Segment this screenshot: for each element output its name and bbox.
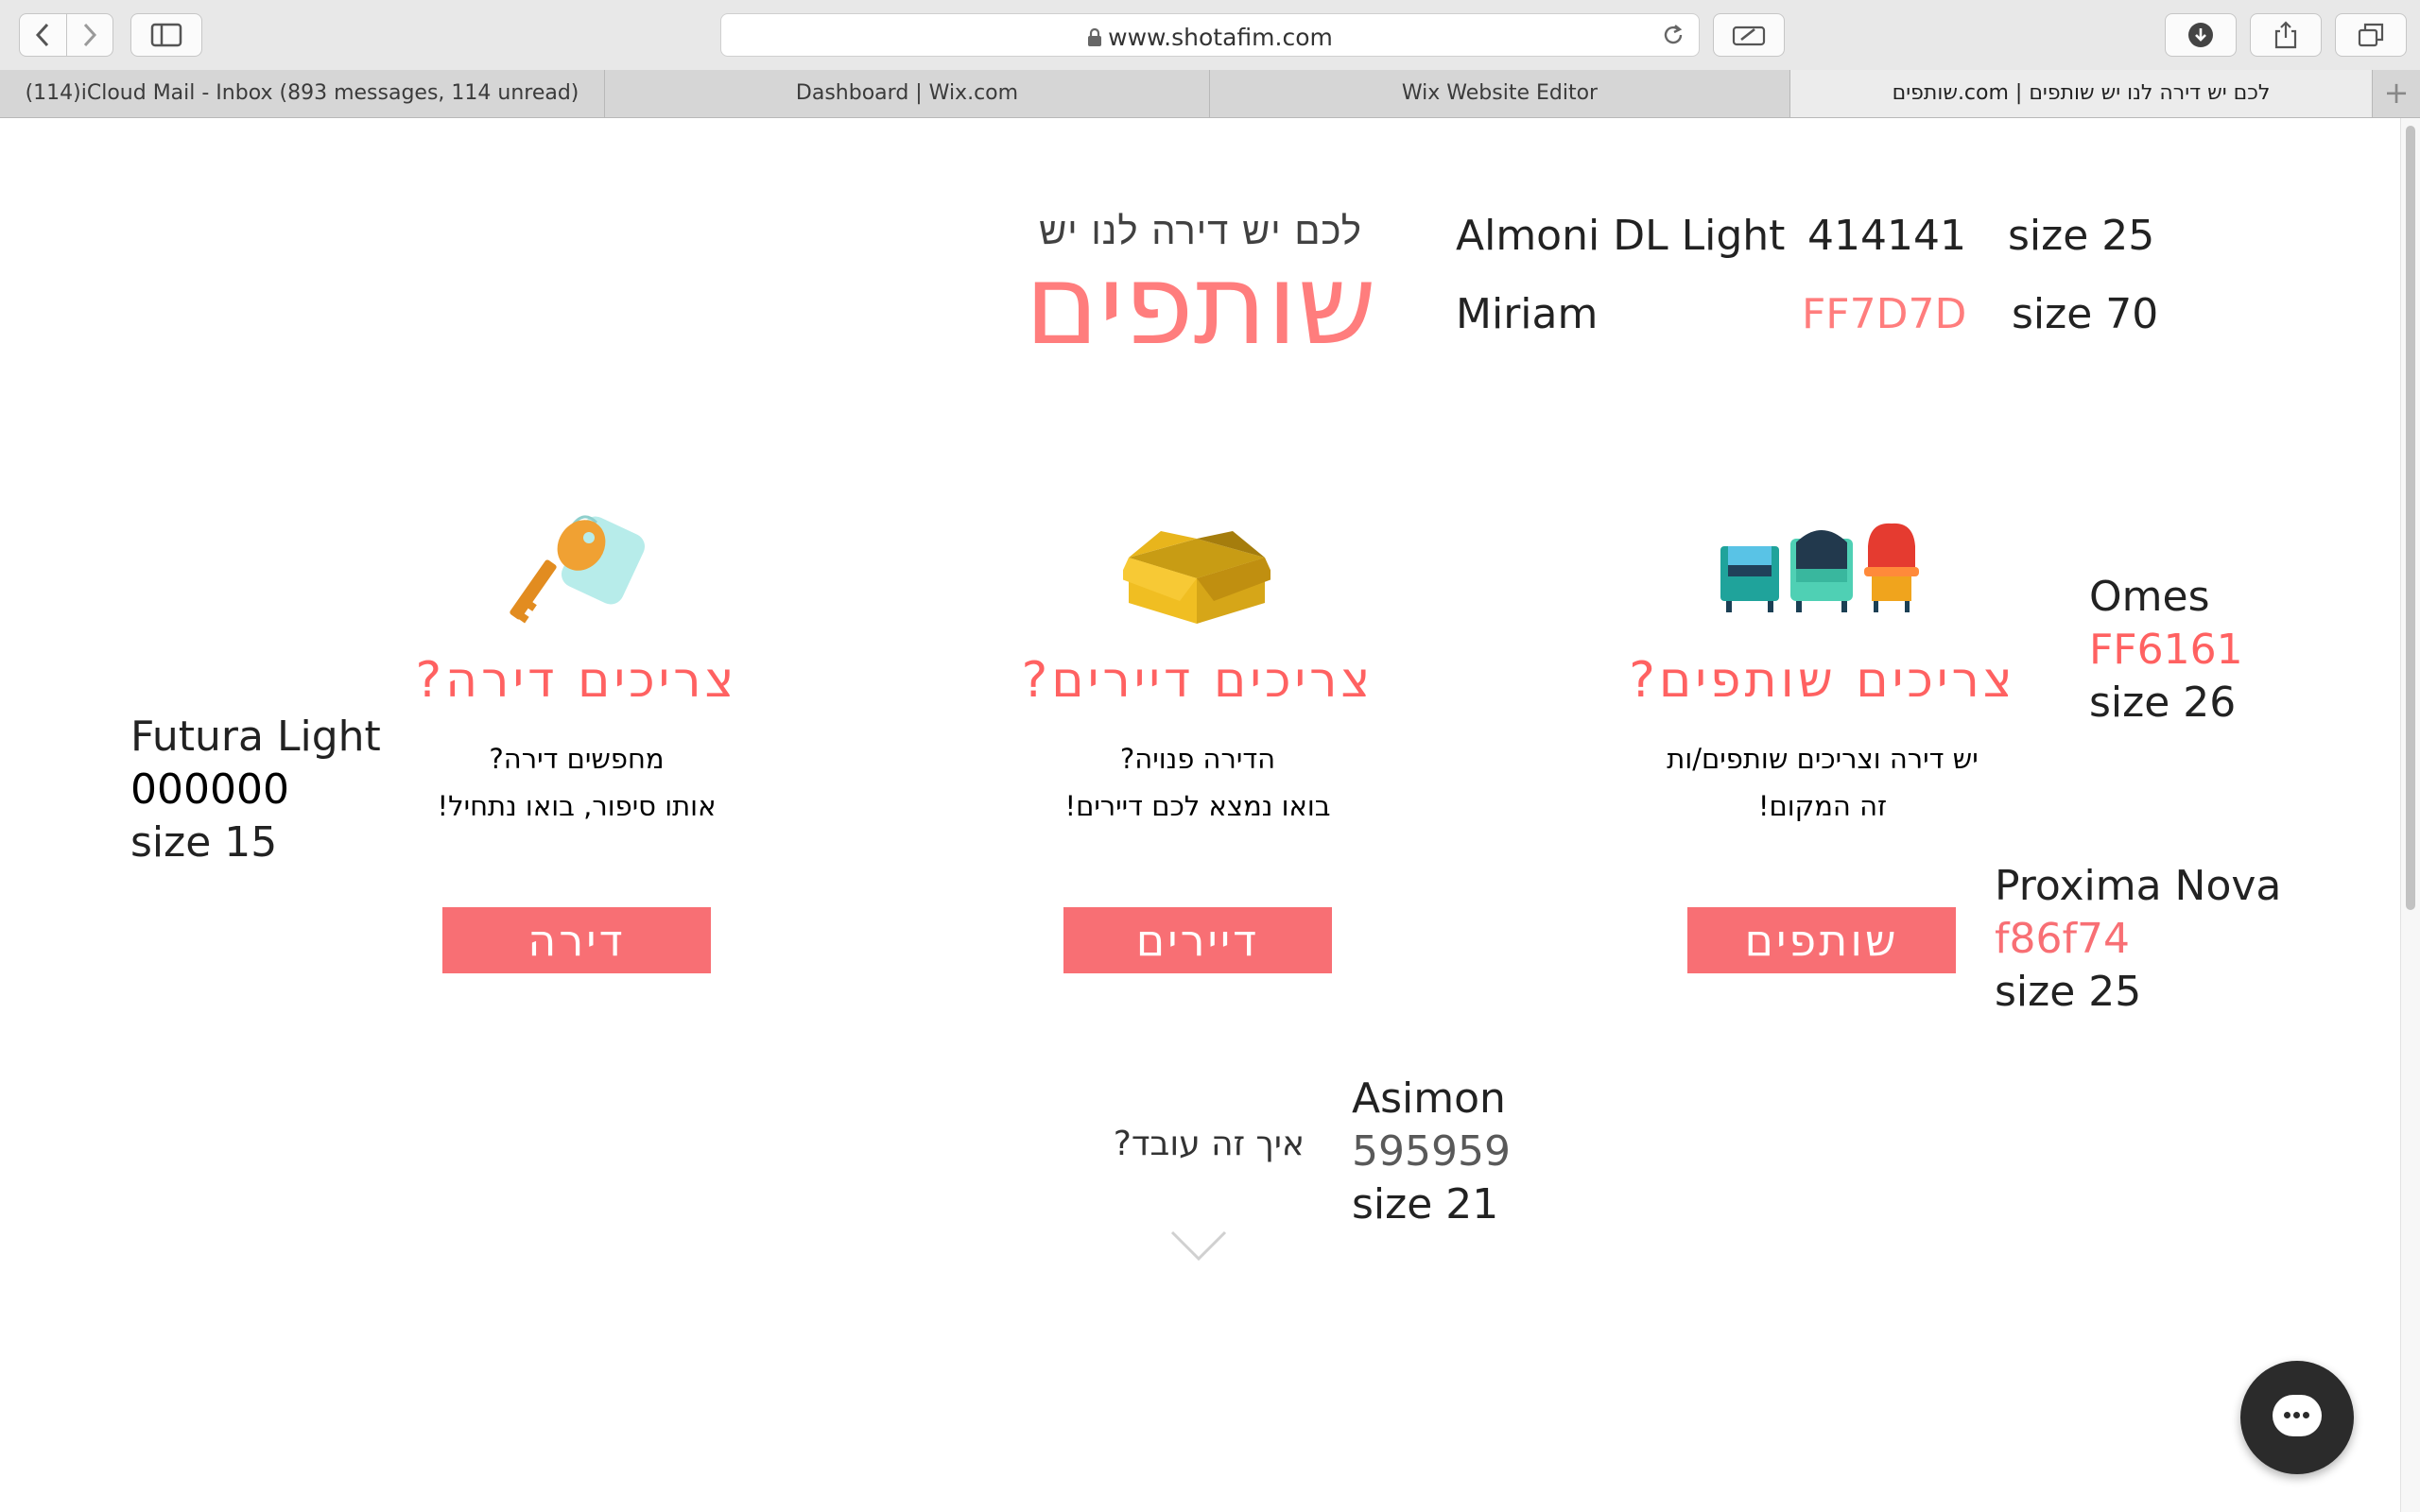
armchairs-icon <box>1720 523 1919 612</box>
nav-buttons <box>19 13 113 57</box>
note-logo-tagline-color: 414141 <box>1807 210 1966 263</box>
scrollbar-thumb[interactable] <box>2406 126 2415 910</box>
column-text: הדירה פנויה? בואו נמצא לכם דיירים! <box>905 735 1491 830</box>
note-color: FF7D7D <box>1802 290 1967 338</box>
logo-name: שותפים <box>1025 239 1376 369</box>
column-line-1: הדירה פנויה? <box>1119 743 1276 775</box>
tab-icloud-mail[interactable]: (114)iCloud Mail - Inbox (893 messages, … <box>0 70 605 117</box>
download-icon <box>2188 23 2213 47</box>
note-logo-tagline: Almoni DL Light <box>1456 210 1785 263</box>
note-font: Omes <box>2089 573 2210 621</box>
note-logo-tagline-size: size 25 <box>2008 210 2154 263</box>
note-how: Asimon 595959 size 21 <box>1352 1073 1511 1231</box>
tabs-icon <box>2358 23 2384 47</box>
chevron-down-icon[interactable] <box>1168 1228 1229 1264</box>
note-size: size 26 <box>2089 679 2237 727</box>
key-icon <box>510 515 646 624</box>
forward-icon <box>83 23 96 47</box>
note-font: Miriam <box>1456 290 1599 338</box>
column-line-2: בואו נמצא לכם דיירים! <box>1064 790 1331 822</box>
sidebar-icon <box>150 23 182 47</box>
reload-icon[interactable] <box>1661 23 1685 47</box>
note-size: size 25 <box>1995 968 2142 1016</box>
page-scrollbar[interactable] <box>2400 118 2420 1512</box>
note-body: Futura Light 000000 size 15 <box>130 711 381 869</box>
tab-wix-dashboard[interactable]: Dashboard | Wix.com <box>605 70 1210 117</box>
note-color: FF6161 <box>2089 626 2243 674</box>
column-tenants: צריכים דיירים? הדירה פנויה? בואו נמצא לכ… <box>905 652 1491 830</box>
back-button[interactable] <box>20 14 67 56</box>
share-icon <box>2274 21 2297 49</box>
note-color: 000000 <box>130 765 289 814</box>
tab-wix-editor[interactable]: Wix Website Editor <box>1210 70 1790 117</box>
url-text: www.shotafim.com <box>721 24 1699 51</box>
note-color: 414141 <box>1807 212 1966 260</box>
note-font: Proxima Nova <box>1995 862 2282 910</box>
downloads-button[interactable] <box>2165 13 2237 57</box>
column-text: יש דירה וצריכים שותפים/ות זה המקום! <box>1530 735 2116 830</box>
markup-button[interactable] <box>1713 13 1785 57</box>
chat-icon <box>2273 1395 2322 1436</box>
apartment-button[interactable]: דירה <box>442 907 711 973</box>
note-headings: Omes FF6161 size 26 <box>2089 571 2243 730</box>
address-bar[interactable]: www.shotafim.com <box>720 13 1700 57</box>
sidebar-button[interactable] <box>130 13 202 57</box>
url-label: www.shotafim.com <box>1108 24 1333 51</box>
tenants-button[interactable]: דיירים <box>1063 907 1332 973</box>
heading-need-apartment: צריכים דירה? <box>415 652 738 709</box>
note-logo-name-color: FF7D7D <box>1802 288 1966 341</box>
back-icon <box>36 23 49 47</box>
note-font: Futura Light <box>130 713 381 761</box>
column-roommates: צריכים שותפים? יש דירה וצריכים שותפים/ות… <box>1530 652 2116 830</box>
how-it-works-link[interactable]: איך זה עובד? <box>1040 1125 1305 1163</box>
tab-shotafim[interactable]: שותפים.com | לכם יש דירה לנו יש שותפים <box>1790 70 2373 117</box>
new-tab-button[interactable]: + <box>2373 70 2420 117</box>
note-size: size 25 <box>2008 212 2155 260</box>
markup-icon <box>1732 26 1766 46</box>
note-logo-name: Miriam <box>1456 288 1598 341</box>
roommates-button[interactable]: שותפים <box>1687 907 1956 973</box>
note-color: 595959 <box>1352 1127 1511 1176</box>
tabs-overview-button[interactable] <box>2335 13 2407 57</box>
heading-need-roommates: צריכים שותפים? <box>1629 652 2016 709</box>
note-buttons: Proxima Nova f86f74 size 25 <box>1995 860 2281 1019</box>
note-logo-name-size: size 70 <box>2012 288 2158 341</box>
site-logo[interactable]: לכם יש דירה לנו יש שותפים <box>1011 210 1390 361</box>
column-line-1: יש דירה וצריכים שותפים/ות <box>1667 743 1979 775</box>
forward-button[interactable] <box>67 14 113 56</box>
note-size: size 15 <box>130 818 278 867</box>
browser-toolbar: www.shotafim.com <box>0 0 2420 71</box>
note-size: size 21 <box>1352 1180 1499 1228</box>
note-font: Asimon <box>1352 1074 1506 1123</box>
heading-need-tenants: צריכים דיירים? <box>1021 652 1374 709</box>
note-font: Almoni DL Light <box>1456 212 1786 260</box>
chat-button[interactable] <box>2240 1361 2354 1474</box>
note-color: f86f74 <box>1995 915 2130 963</box>
box-icon <box>1123 531 1270 624</box>
share-button[interactable] <box>2250 13 2322 57</box>
column-line-2: זה המקום! <box>1757 790 1888 822</box>
lock-icon <box>1088 28 1102 46</box>
tab-bar: (114)iCloud Mail - Inbox (893 messages, … <box>0 70 2420 118</box>
note-size: size 70 <box>2012 290 2159 338</box>
